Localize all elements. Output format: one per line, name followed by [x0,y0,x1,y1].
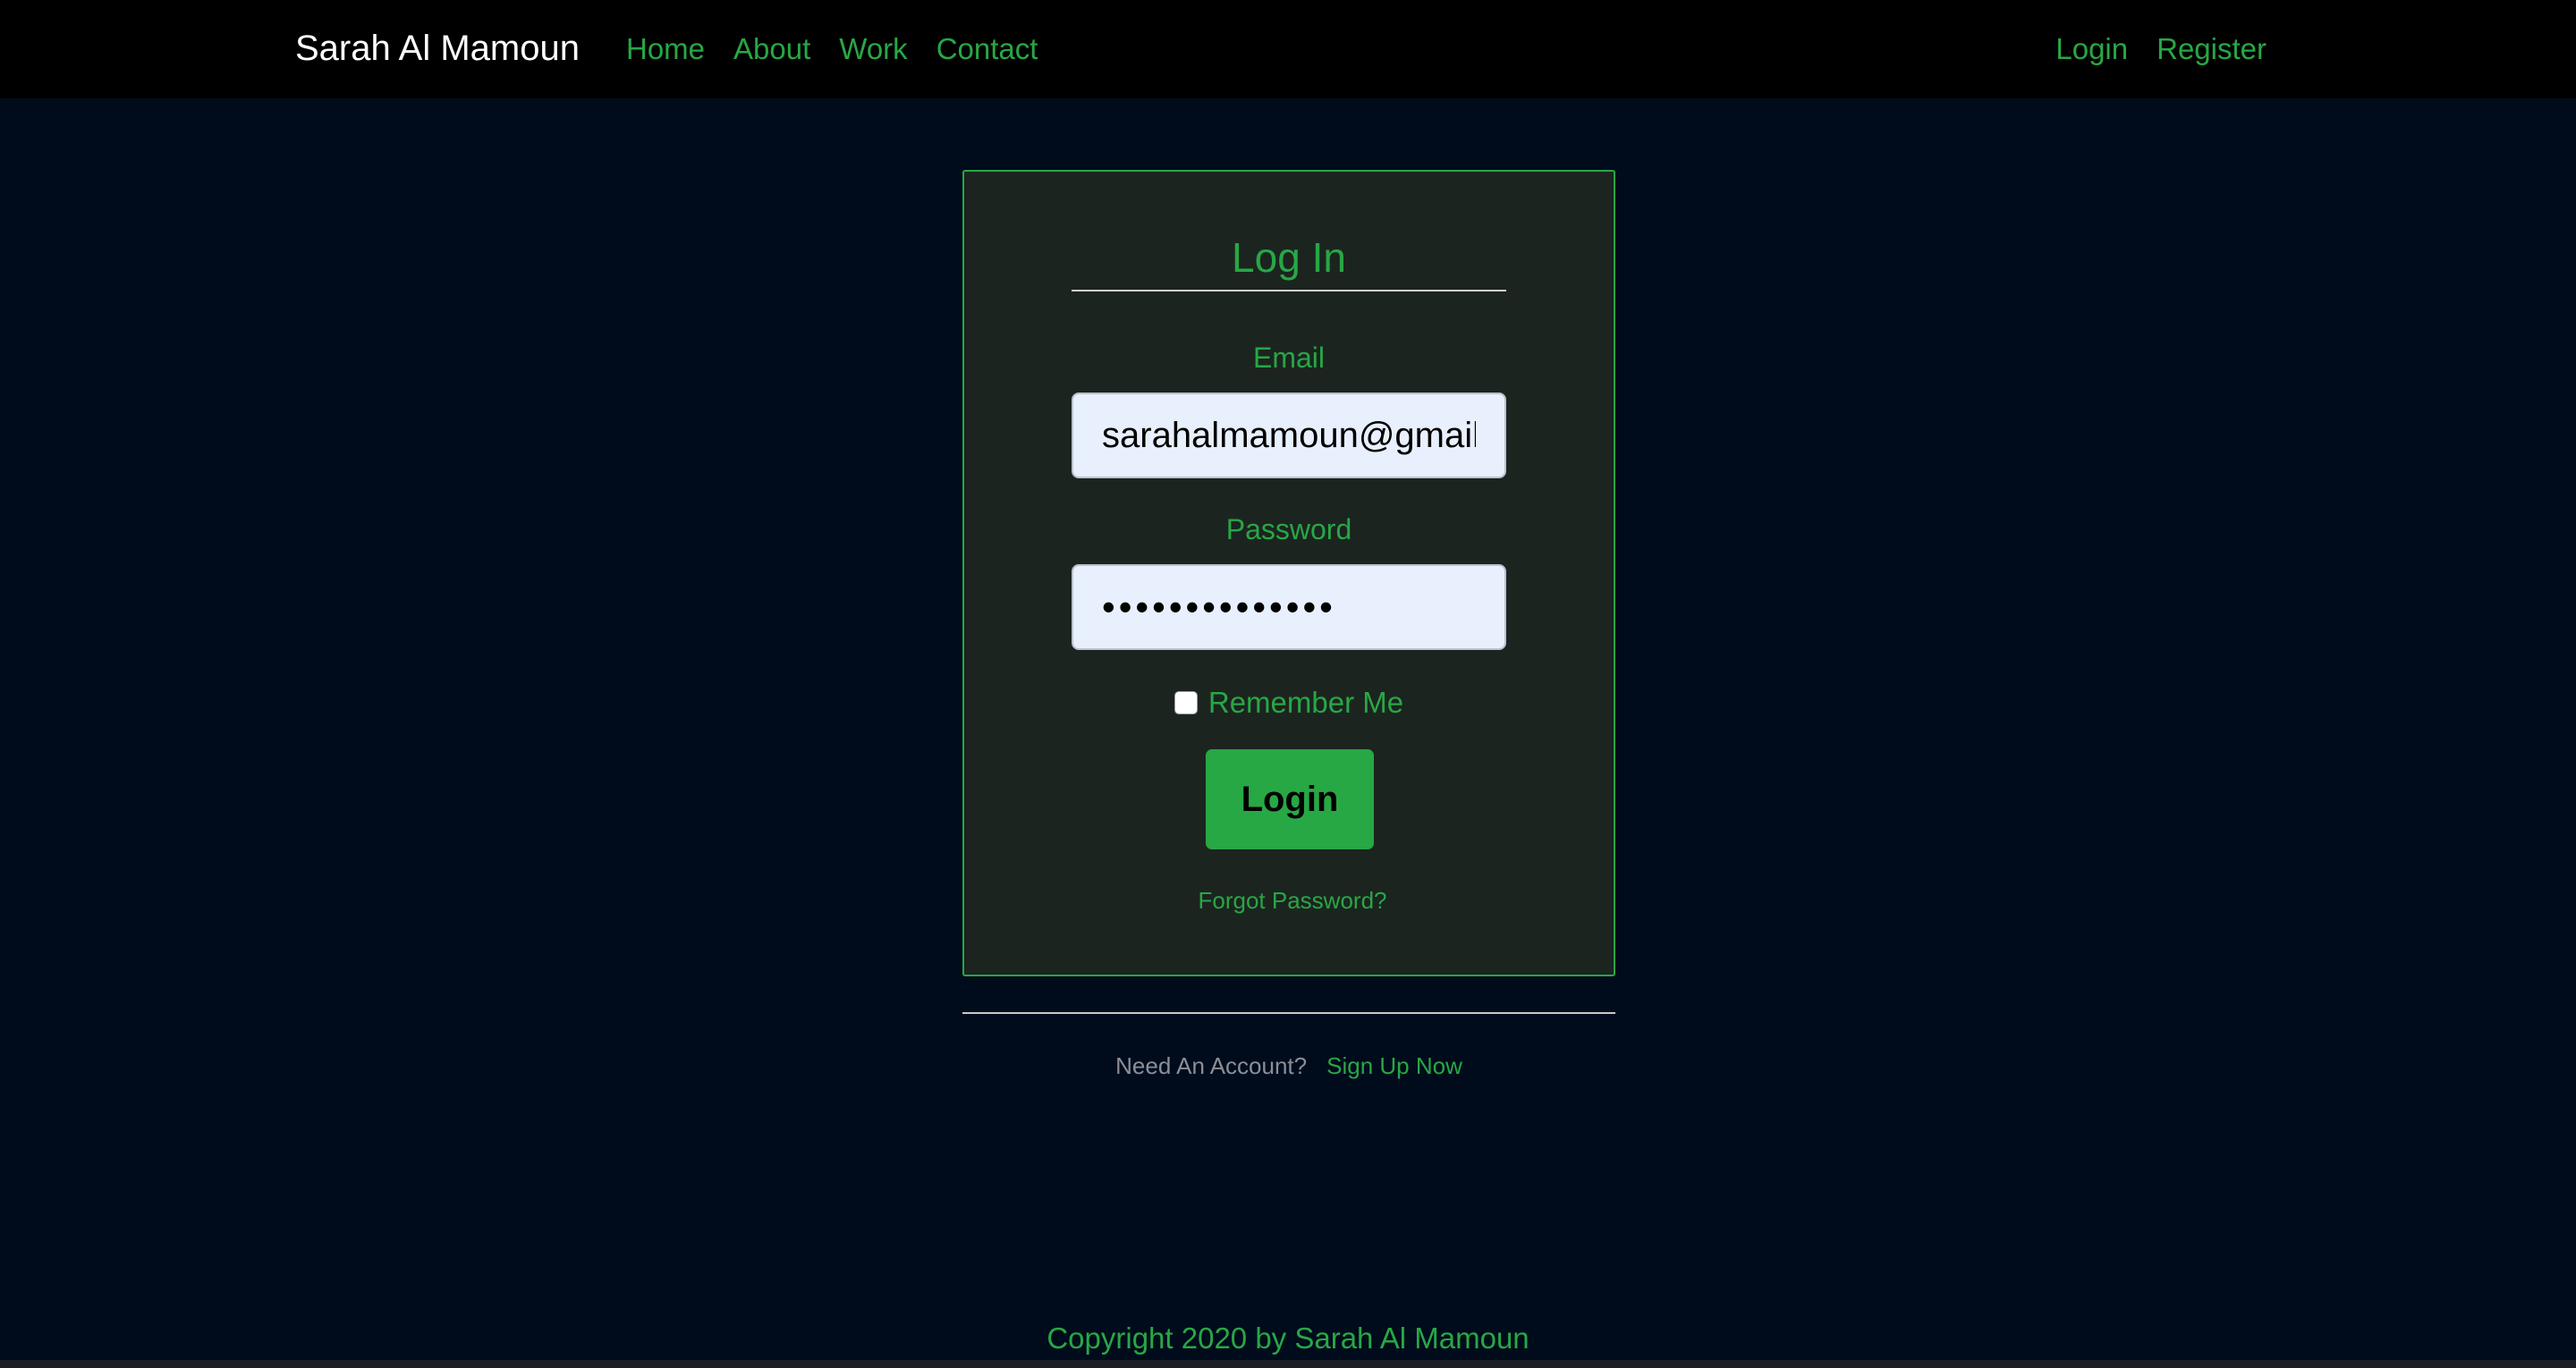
password-label: Password [1225,513,1352,545]
nav-link-about[interactable]: About [733,32,810,66]
footer-copyright: Copyright 2020 by Sarah Al Mamoun [1046,1322,1530,1355]
section-divider [962,1012,1615,1014]
title-underline [1072,290,1506,291]
brand-link[interactable]: Sarah Al Mamoun [295,0,580,98]
email-label: Email [1252,342,1325,374]
forgot-password-link[interactable]: Forgot Password? [1072,887,1506,915]
password-field[interactable] [1072,564,1506,650]
login-card: Log In Email Password Remember Me Login … [962,170,1615,976]
auth-nav: Login Register [2055,0,2267,98]
top-navbar: Sarah Al Mamoun Home About Work Contact … [0,0,2576,98]
nav-link-register[interactable]: Register [2157,32,2267,66]
nav-link-work[interactable]: Work [839,32,907,66]
login-submit-button[interactable]: Login [1206,749,1374,849]
nav-link-login[interactable]: Login [2055,32,2128,66]
login-title: Log In [1232,234,1346,281]
email-field[interactable] [1072,393,1506,478]
signup-prompt: Need An Account? [1115,1051,1308,1079]
nav-link-home[interactable]: Home [626,32,705,66]
nav-link-contact[interactable]: Contact [936,32,1038,66]
remember-me-checkbox[interactable] [1174,691,1198,714]
remember-me-label[interactable]: Remember Me [1208,686,1403,720]
bottom-edge [0,1360,2576,1368]
signup-row: Need An Account? Sign Up Now [962,1048,1615,1084]
remember-me-row: Remember Me [1072,683,1506,722]
main-nav: Home About Work Contact [626,0,1038,98]
signup-link[interactable]: Sign Up Now [1326,1052,1462,1080]
